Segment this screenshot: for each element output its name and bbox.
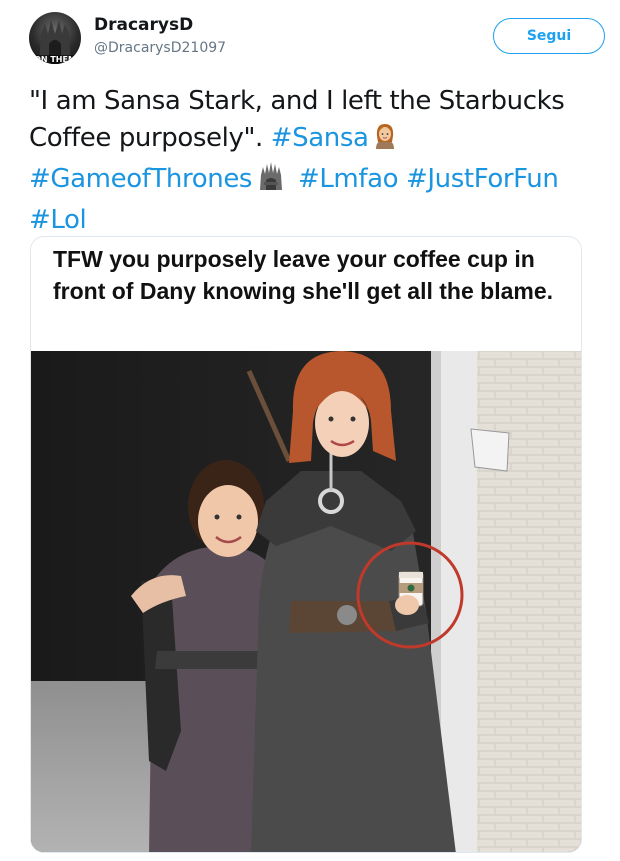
hashtag-sansa[interactable]: #Sansa xyxy=(271,123,369,153)
display-name[interactable]: DracarysD xyxy=(94,15,193,35)
tweet-text: "I am Sansa Stark, and I left the Starbu… xyxy=(29,83,599,239)
hashtag-lmfao[interactable]: #Lmfao xyxy=(298,164,399,194)
tweet-header: ON THEM DracarysD @DracarysD21097 Segui xyxy=(29,12,607,68)
avatar-overlay-text: ON THEM xyxy=(31,55,79,64)
hashtag-lol[interactable]: #Lol xyxy=(29,205,87,235)
iron-throne-emoji-icon xyxy=(256,161,286,202)
woman-emoji-icon xyxy=(373,122,397,161)
avatar[interactable]: ON THEM xyxy=(29,12,81,64)
meme-caption: TFW you purposely leave your coffee cup … xyxy=(53,246,554,304)
hashtag-justforfun[interactable]: #JustForFun xyxy=(406,164,559,194)
hashtag-gameofthrones[interactable]: #GameofThrones xyxy=(29,164,252,194)
photo[interactable] xyxy=(31,351,582,853)
follow-button[interactable]: Segui xyxy=(493,18,605,54)
user-handle[interactable]: @DracarysD21097 xyxy=(94,40,226,56)
media-card[interactable]: TFW you purposely leave your coffee cup … xyxy=(30,236,582,853)
